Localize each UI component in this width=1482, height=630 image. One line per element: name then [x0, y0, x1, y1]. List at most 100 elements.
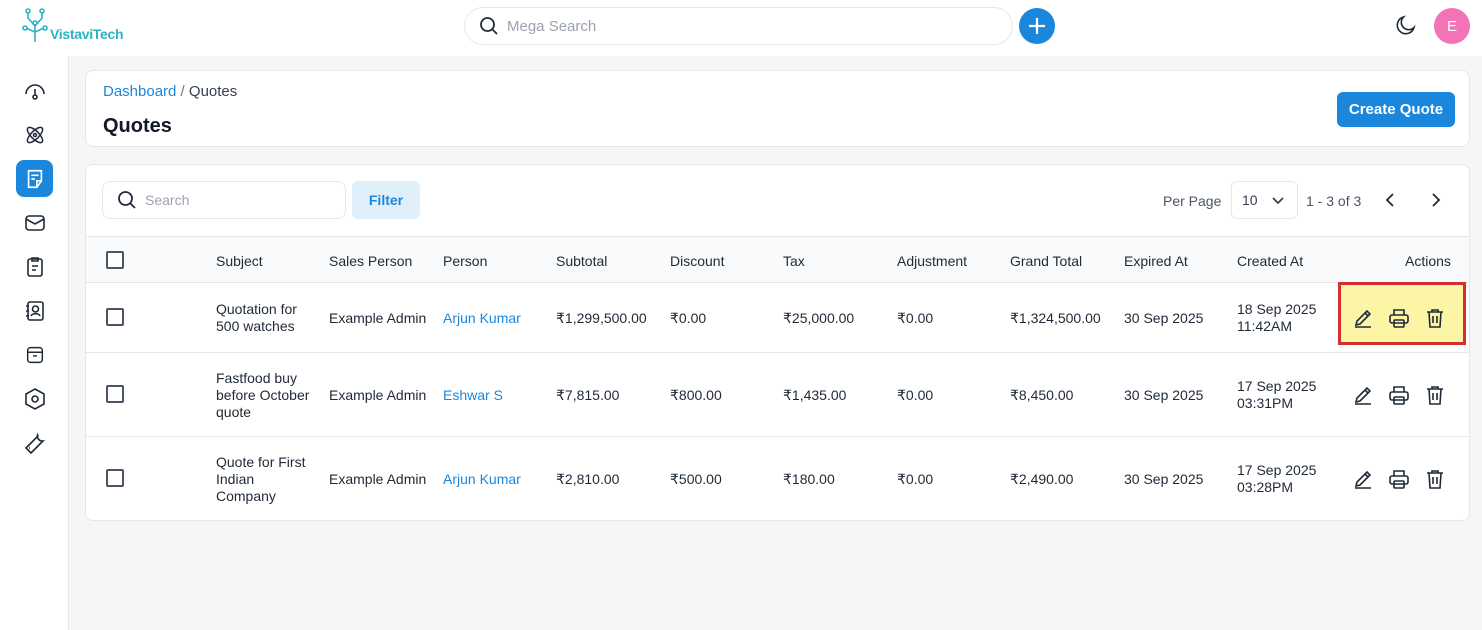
- cell-adjustment: ₹0.00: [897, 310, 934, 326]
- print-printer-icon[interactable]: [1388, 468, 1410, 490]
- chevron-right-icon[interactable]: [1426, 191, 1444, 209]
- delete-trash-icon[interactable]: [1424, 307, 1446, 329]
- sidebar-item-activities[interactable]: [16, 248, 53, 285]
- table-search-placeholder: Search: [145, 192, 190, 208]
- row-checkbox[interactable]: [106, 308, 124, 326]
- column-header-subtotal[interactable]: Subtotal: [556, 253, 607, 269]
- mega-search-input[interactable]: Mega Search: [464, 7, 1013, 45]
- sidebar-item-contacts[interactable]: [16, 292, 53, 329]
- sidebar-item-products[interactable]: [16, 336, 53, 373]
- per-page-value: 10: [1242, 192, 1258, 208]
- cell-person-link[interactable]: Arjun Kumar: [443, 471, 521, 488]
- cell-adjustment: ₹0.00: [897, 387, 934, 403]
- breadcrumb: Dashboard / Quotes: [103, 83, 237, 100]
- print-printer-icon[interactable]: [1388, 384, 1410, 406]
- created-time: 11:42AM: [1237, 318, 1292, 334]
- quotes-table-card: Search Filter Per Page 10 1 - 3 of 3 Sub…: [85, 164, 1470, 521]
- subject-line: before October: [216, 387, 310, 403]
- cell-subtotal: ₹1,299,500.00: [556, 310, 647, 326]
- row-checkbox[interactable]: [106, 469, 124, 487]
- logo[interactable]: VistaviTech: [20, 8, 124, 44]
- cell-tax: ₹1,435.00: [783, 387, 847, 403]
- chevron-down-icon: [1272, 197, 1284, 205]
- cell-expired-at: 30 Sep 2025: [1124, 387, 1204, 403]
- select-all-checkbox[interactable]: [106, 251, 124, 269]
- delete-trash-icon[interactable]: [1424, 468, 1446, 490]
- pagination-info: 1 - 3 of 3: [1306, 193, 1362, 209]
- column-header-person[interactable]: Person: [443, 253, 487, 269]
- cell-person-link[interactable]: Arjun Kumar: [443, 310, 521, 327]
- cell-sales-person: Example Admin: [329, 387, 427, 403]
- cell-discount: ₹500.00: [670, 471, 722, 487]
- edit-pencil-icon[interactable]: [1352, 307, 1374, 329]
- cell-subject: Quotation for 500 watches: [216, 301, 297, 335]
- subject-line: Quote for First: [216, 454, 306, 470]
- table-row: Quotation for 500 watches Example Admin …: [86, 283, 1469, 353]
- sidebar-item-quotes[interactable]: [16, 160, 53, 197]
- logo-circuit-icon: [22, 8, 48, 42]
- sidebar-item-dashboard[interactable]: [16, 72, 53, 109]
- row-checkbox[interactable]: [106, 385, 124, 403]
- search-icon: [118, 191, 136, 209]
- edit-pencil-icon[interactable]: [1352, 384, 1374, 406]
- cell-grand-total: ₹2,490.00: [1010, 471, 1074, 487]
- sidebar-item-leads[interactable]: [16, 116, 53, 153]
- sidebar-item-configuration[interactable]: [16, 424, 53, 461]
- subject-line: Company: [216, 488, 276, 504]
- created-time: 03:31PM: [1237, 395, 1294, 411]
- subject-line: Quotation for: [216, 301, 297, 317]
- delete-trash-icon[interactable]: [1424, 384, 1446, 406]
- created-date: 17 Sep 2025: [1237, 378, 1317, 394]
- created-date: 18 Sep 2025: [1237, 301, 1317, 317]
- plus-icon: [1029, 18, 1045, 34]
- per-page-select[interactable]: 10: [1231, 181, 1298, 219]
- cell-grand-total: ₹1,324,500.00: [1010, 310, 1101, 326]
- print-printer-icon[interactable]: [1388, 307, 1410, 329]
- cell-subject: Quote for First Indian Company: [216, 454, 305, 505]
- mail-icon: [24, 214, 45, 231]
- created-time: 03:28PM: [1237, 479, 1294, 495]
- subject-line: Indian: [216, 471, 255, 487]
- column-header-adjustment[interactable]: Adjustment: [897, 253, 967, 269]
- cell-sales-person: Example Admin: [329, 310, 427, 326]
- create-quote-button[interactable]: Create Quote: [1337, 92, 1455, 127]
- chevron-left-icon[interactable]: [1382, 191, 1400, 209]
- cell-tax: ₹25,000.00: [783, 310, 855, 326]
- created-date: 17 Sep 2025: [1237, 462, 1317, 478]
- sidebar-item-settings[interactable]: [16, 380, 53, 417]
- cell-grand-total: ₹8,450.00: [1010, 387, 1074, 403]
- cell-sales-person: Example Admin: [329, 471, 427, 487]
- cell-subject: Fastfood buy before October quote: [216, 370, 309, 421]
- column-header-tax[interactable]: Tax: [783, 253, 805, 269]
- subject-line: 500 watches: [216, 318, 295, 334]
- column-header-expired-at[interactable]: Expired At: [1124, 253, 1188, 269]
- avatar[interactable]: E: [1434, 8, 1470, 44]
- column-header-grand-total[interactable]: Grand Total: [1010, 253, 1082, 269]
- sidebar-item-mail[interactable]: [16, 204, 53, 241]
- cell-created-at: 18 Sep 2025 11:42AM: [1237, 301, 1316, 335]
- cell-subtotal: ₹2,810.00: [556, 471, 620, 487]
- filter-button[interactable]: Filter: [352, 181, 420, 219]
- subject-line: Fastfood buy: [216, 370, 297, 386]
- breadcrumb-dashboard-link[interactable]: Dashboard: [103, 83, 176, 100]
- cell-subtotal: ₹7,815.00: [556, 387, 620, 403]
- dark-mode-moon-icon[interactable]: [1394, 13, 1418, 37]
- activities-clipboard-icon: [26, 256, 43, 277]
- page-header-card: Dashboard / Quotes Quotes Create Quote: [85, 70, 1470, 147]
- products-archive-icon: [26, 346, 43, 363]
- breadcrumb-current: Quotes: [188, 83, 238, 100]
- table-header-row: Subject Sales Person Person Subtotal Dis…: [86, 236, 1469, 283]
- dashboard-gauge-icon: [24, 83, 45, 100]
- sidebar: [0, 56, 69, 630]
- column-header-sales-person[interactable]: Sales Person: [329, 253, 412, 269]
- table-search-input[interactable]: Search: [102, 181, 346, 219]
- cell-expired-at: 30 Sep 2025: [1124, 471, 1204, 487]
- column-header-discount[interactable]: Discount: [670, 253, 724, 269]
- column-header-subject[interactable]: Subject: [216, 253, 263, 269]
- quick-add-button[interactable]: [1019, 8, 1055, 44]
- quotes-note-icon: [27, 169, 42, 188]
- column-header-created-at[interactable]: Created At: [1237, 253, 1303, 269]
- cell-discount: ₹0.00: [670, 310, 707, 326]
- edit-pencil-icon[interactable]: [1352, 468, 1374, 490]
- cell-person-link[interactable]: Eshwar S: [443, 387, 503, 404]
